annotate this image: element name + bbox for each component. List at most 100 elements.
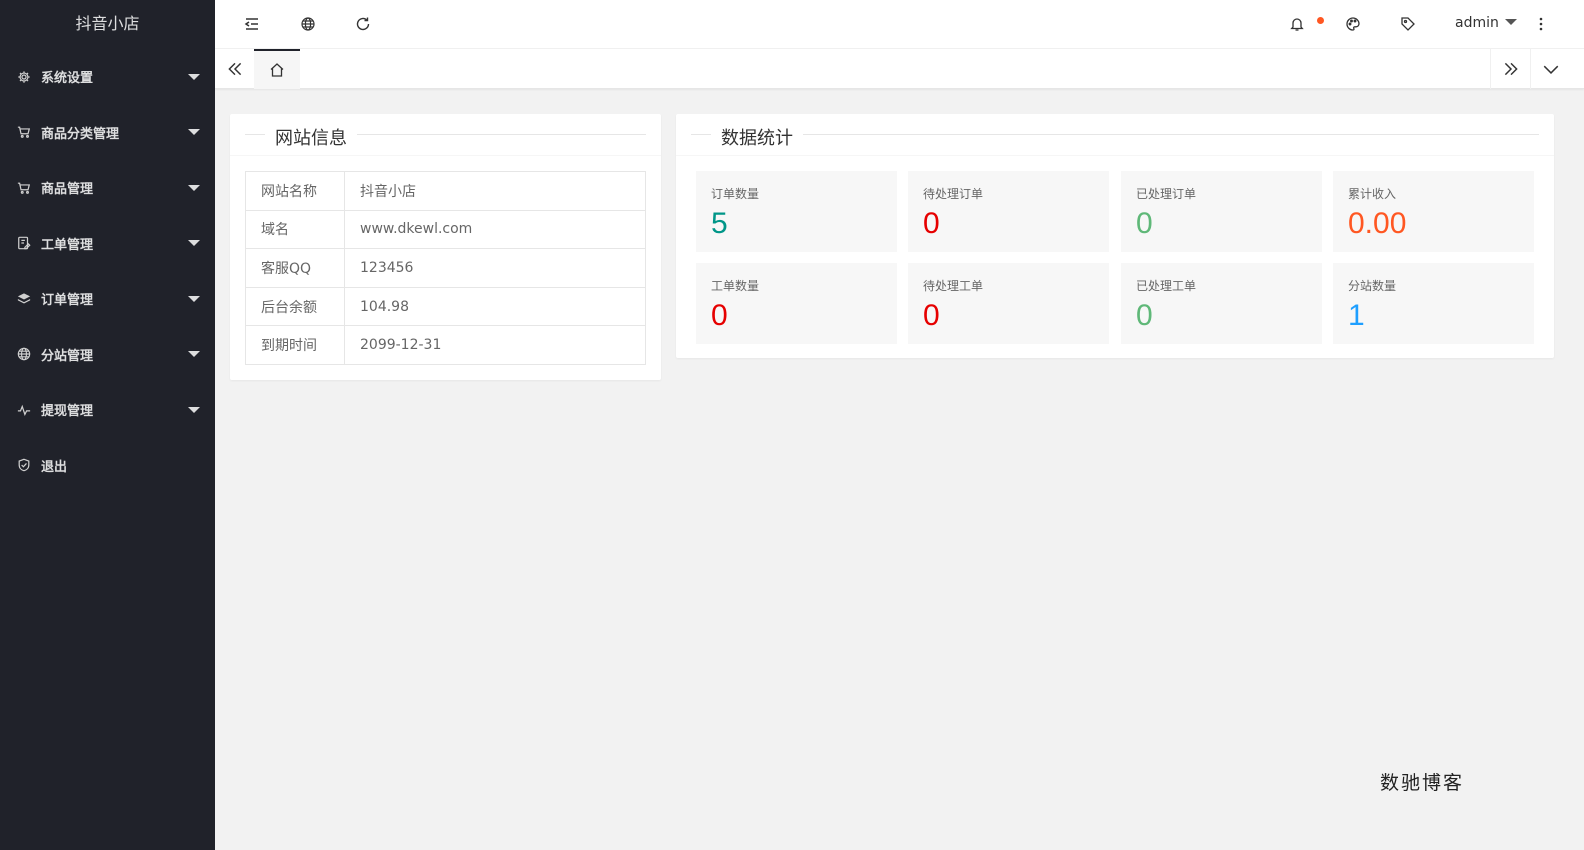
stat-substation-count: 分站数量 1 <box>1333 263 1534 344</box>
stat-label: 待处理工单 <box>923 279 984 293</box>
card-header: 数据统计 <box>676 114 1554 156</box>
info-value: 123456 <box>344 248 646 288</box>
divider <box>691 134 1539 135</box>
caret-down-icon <box>188 73 200 80</box>
tab-bar <box>215 49 1584 89</box>
site-info-card: 网站信息 网站名称 抖音小店 域名 www.dkewl.com 客服QQ 123456… <box>230 114 661 380</box>
info-key: 网站名称 <box>245 171 345 211</box>
sidebar-item-label: 分站管理 <box>41 348 94 364</box>
stat-value: 0 <box>923 207 940 240</box>
stats-card: 数据统计 订单数量 5 待处理订单 0 已处理订单 0 累计收入 0.00 工单… <box>676 114 1554 358</box>
ticket-icon <box>16 235 32 251</box>
stat-label: 已处理订单 <box>1136 187 1197 201</box>
card-title: 数据统计 <box>711 124 803 150</box>
stat-value: 0 <box>1136 207 1153 240</box>
sidebar-item-label: 系统设置 <box>41 71 94 87</box>
pulse-icon <box>16 402 32 418</box>
stat-label: 待处理订单 <box>923 187 984 201</box>
sidebar-item-product-management[interactable]: 商品管理 <box>0 160 215 216</box>
menu-collapse-icon[interactable] <box>241 13 263 35</box>
refresh-icon[interactable] <box>352 13 374 35</box>
stat-value: 1 <box>1348 299 1365 332</box>
sidebar-item-ticket-management[interactable]: 工单管理 <box>0 216 215 272</box>
app-logo: 抖音小店 <box>75 14 140 33</box>
stat-label: 分站数量 <box>1348 279 1397 293</box>
stat-processed-orders: 已处理订单 0 <box>1121 171 1322 252</box>
info-value: 104.98 <box>344 286 646 327</box>
sidebar-item-logout[interactable]: 退出 <box>0 438 215 494</box>
sidebar-item-label: 商品分类管理 <box>41 126 120 142</box>
cart-icon <box>16 124 32 140</box>
sidebar-item-substation-management[interactable]: 分站管理 <box>0 327 215 383</box>
caret-down-icon <box>1504 19 1517 25</box>
sidebar: 抖音小店 系统设置 商品分类管理 商品管理 工单管理 订单管理 分站管理 提现管… <box>0 0 215 850</box>
stat-pending-tickets: 待处理工单 0 <box>908 263 1109 344</box>
stat-value: 0.00 <box>1348 207 1407 240</box>
table-row: 客服QQ 123456 <box>245 248 646 288</box>
username: admin <box>1455 15 1499 31</box>
cart-icon <box>16 180 32 196</box>
info-key: 域名 <box>245 209 345 250</box>
table-row: 域名 www.dkewl.com <box>245 209 646 250</box>
top-header: admin <box>215 0 1584 49</box>
info-value: www.dkewl.com <box>344 209 646 250</box>
site-info-table: 网站名称 抖音小店 域名 www.dkewl.com 客服QQ 123456 后台余额… <box>245 171 646 365</box>
watermark: 数驰博客 <box>1380 772 1465 794</box>
stat-label: 累计收入 <box>1348 187 1397 201</box>
info-value: 抖音小店 <box>344 171 646 211</box>
home-icon <box>270 63 284 77</box>
stat-value: 0 <box>711 299 728 332</box>
user-menu[interactable]: admin <box>1455 15 1517 31</box>
layers-icon <box>16 291 32 307</box>
info-key: 到期时间 <box>245 325 345 365</box>
sidebar-item-label: 工单管理 <box>41 237 94 253</box>
stat-total-income: 累计收入 0.00 <box>1333 171 1534 252</box>
stat-label: 订单数量 <box>711 187 760 201</box>
stat-processed-tickets: 已处理工单 0 <box>1121 263 1322 344</box>
card-header: 网站信息 <box>230 114 661 156</box>
sidebar-item-label: 商品管理 <box>41 182 94 198</box>
caret-down-icon <box>188 184 200 191</box>
table-row: 网站名称 抖音小店 <box>245 171 646 211</box>
bell-icon[interactable] <box>1286 13 1308 35</box>
stat-value: 0 <box>923 299 940 332</box>
stat-value: 0 <box>1136 299 1153 332</box>
tab-scroll-right-icon[interactable] <box>1490 49 1530 89</box>
sidebar-item-label: 退出 <box>41 459 68 475</box>
caret-down-icon <box>188 295 200 302</box>
info-value: 2099-12-31 <box>344 325 646 365</box>
globe-icon[interactable] <box>297 13 319 35</box>
tab-scroll-left-icon[interactable] <box>215 49 255 89</box>
stat-order-count: 订单数量 5 <box>696 171 897 252</box>
sidebar-item-category-management[interactable]: 商品分类管理 <box>0 105 215 161</box>
tab-home[interactable] <box>254 49 300 89</box>
sidebar-item-label: 提现管理 <box>41 404 94 420</box>
stat-value: 5 <box>711 207 728 240</box>
info-key: 后台余额 <box>245 286 345 327</box>
caret-down-icon <box>188 129 200 136</box>
stat-label: 已处理工单 <box>1136 279 1197 293</box>
caret-down-icon <box>188 240 200 247</box>
sidebar-item-order-management[interactable]: 订单管理 <box>0 271 215 327</box>
stat-pending-orders: 待处理订单 0 <box>908 171 1109 252</box>
card-title: 网站信息 <box>265 124 357 150</box>
palette-icon[interactable] <box>1342 13 1364 35</box>
tag-icon[interactable] <box>1397 13 1419 35</box>
info-key: 客服QQ <box>245 248 345 288</box>
globe-icon <box>16 346 32 362</box>
stat-label: 工单数量 <box>711 279 760 293</box>
more-vertical-icon[interactable] <box>1530 13 1552 35</box>
sidebar-item-withdraw-management[interactable]: 提现管理 <box>0 382 215 438</box>
sidebar-nav: 系统设置 商品分类管理 商品管理 工单管理 订单管理 分站管理 提现管理 退出 <box>0 49 215 493</box>
notification-dot <box>1317 17 1324 24</box>
stat-ticket-count: 工单数量 0 <box>696 263 897 344</box>
sidebar-item-system-settings[interactable]: 系统设置 <box>0 49 215 105</box>
shield-icon <box>16 457 32 473</box>
caret-down-icon <box>188 351 200 358</box>
tab-dropdown-icon[interactable] <box>1530 49 1570 89</box>
caret-down-icon <box>188 406 200 413</box>
gear-icon <box>16 69 32 85</box>
table-row: 到期时间 2099-12-31 <box>245 325 646 365</box>
table-row: 后台余额 104.98 <box>245 286 646 327</box>
sidebar-item-label: 订单管理 <box>41 293 94 309</box>
